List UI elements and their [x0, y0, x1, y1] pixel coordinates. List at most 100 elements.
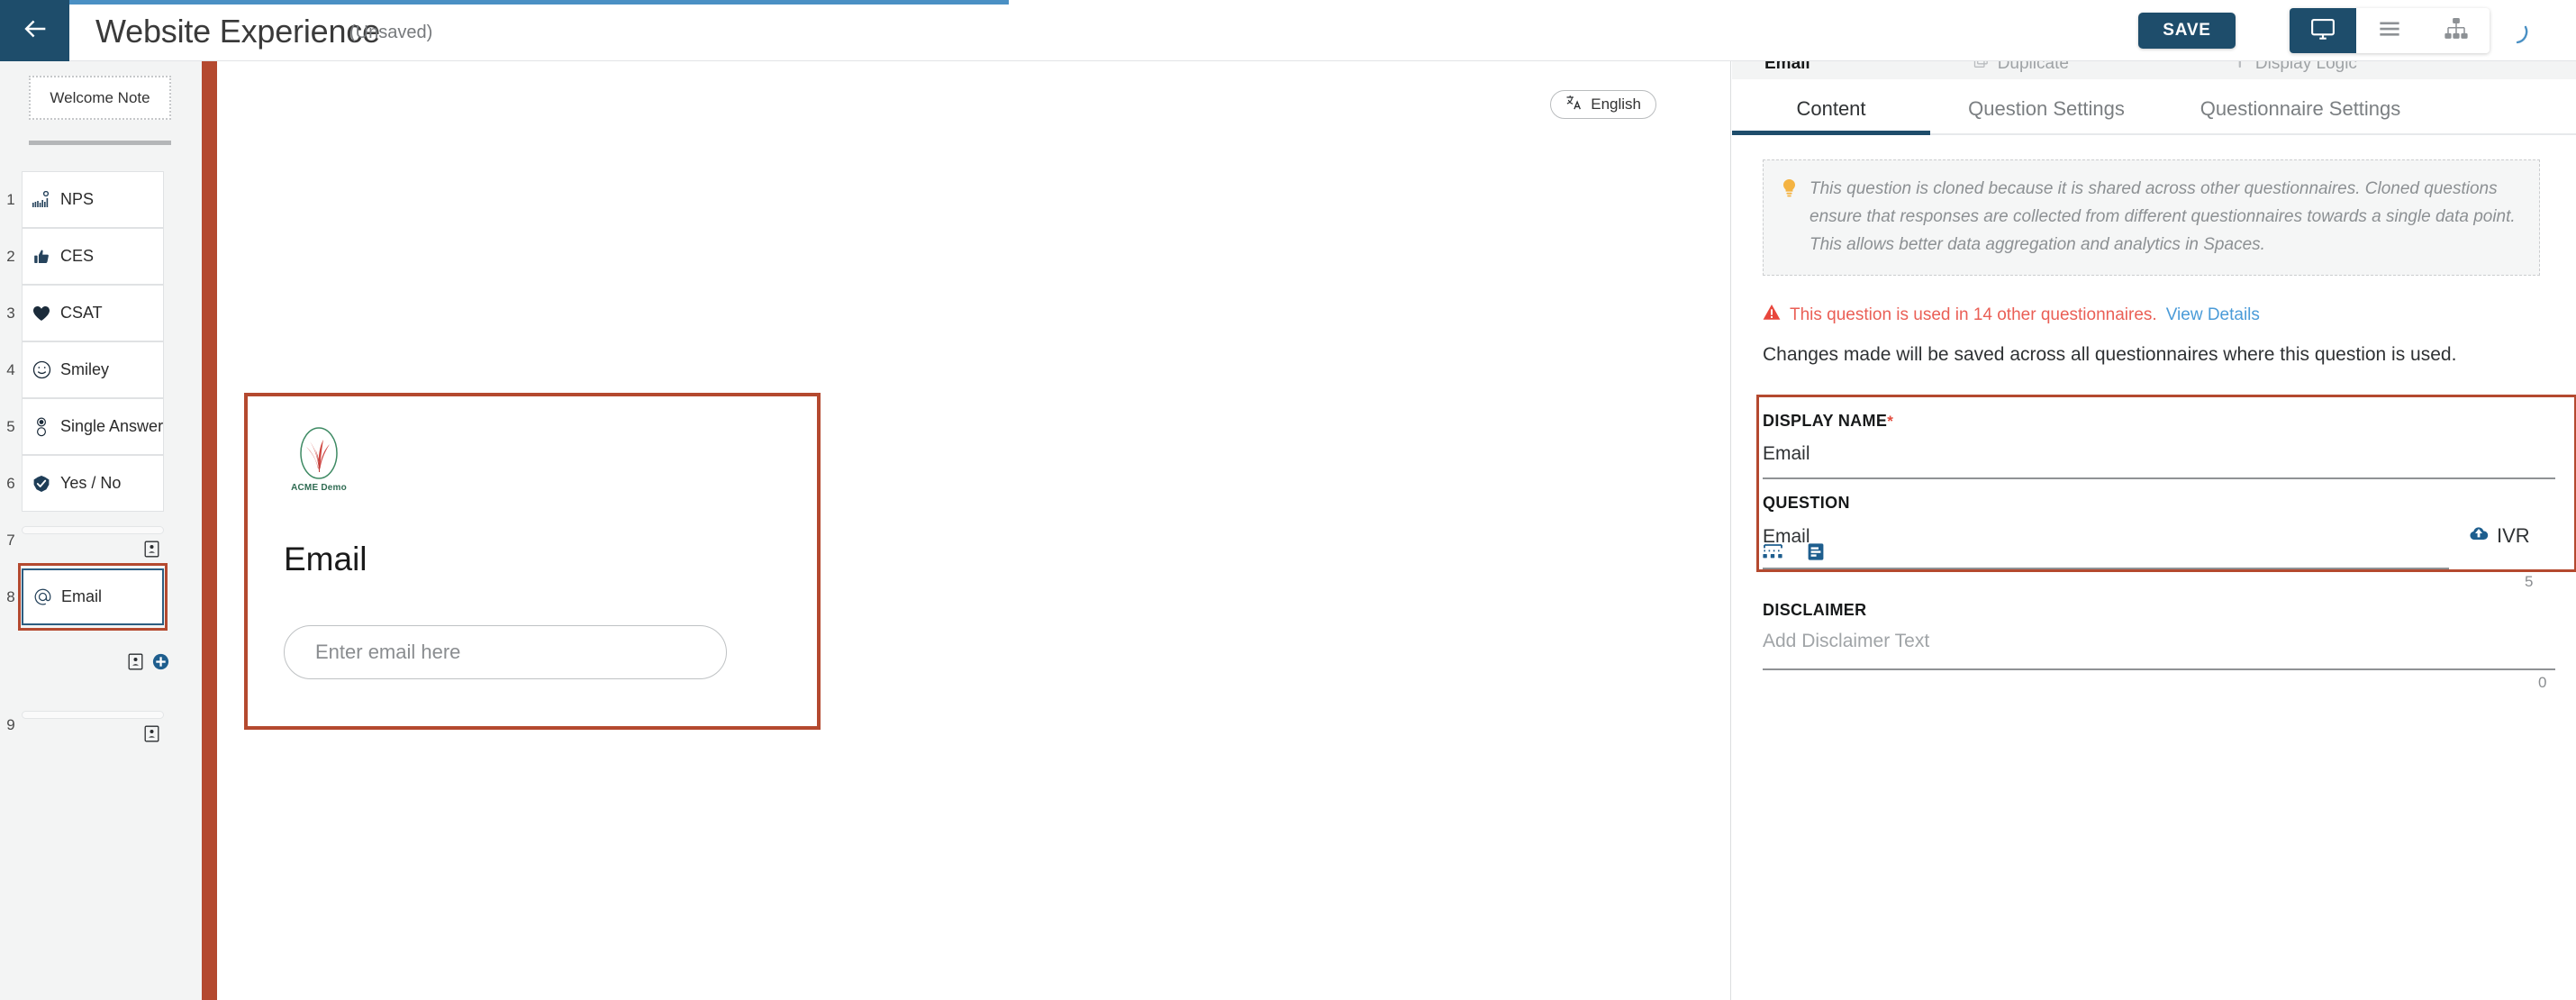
sidebar-item-smiley[interactable]: 4 Smiley [0, 341, 202, 398]
sidebar-item-email[interactable]: 8 Email [0, 563, 202, 670]
question-card[interactable]: Smiley [22, 341, 164, 398]
at-sign-icon [23, 587, 61, 606]
translate-icon [1565, 94, 1583, 115]
row-actions [128, 653, 169, 675]
header-accent-strip [0, 0, 1009, 5]
save-scope-notice: Changes made will be saved across all qu… [1763, 344, 2457, 365]
item-number: 2 [6, 247, 15, 265]
question-label: Single Answer [60, 417, 164, 435]
usage-warning-text: This question is used in 14 other questi… [1790, 305, 2157, 324]
question-card[interactable]: CSAT [22, 285, 164, 341]
bar-chart-nps-icon [23, 190, 60, 209]
question-label: CSAT [60, 304, 103, 322]
question-label-heading: QUESTION [1763, 494, 1850, 512]
item-number: 1 [6, 190, 15, 208]
pipe-variable-icon[interactable] [1763, 542, 1783, 566]
sidebar-item-single-answer[interactable]: 5 Single Answer [0, 398, 202, 455]
welcome-note-card[interactable]: Welcome Note [29, 76, 171, 120]
panel-content-body: This question is cloned because it is sh… [1732, 135, 2576, 1000]
ivr-label: IVR [2497, 524, 2530, 547]
ivr-upload-button[interactable]: IVR [2469, 524, 2530, 548]
item-number: 4 [6, 360, 15, 378]
language-label: English [1591, 95, 1641, 113]
save-button[interactable]: SAVE [2138, 13, 2236, 49]
question-card-selected[interactable]: Email [22, 568, 164, 625]
item-number: 9 [6, 715, 15, 733]
hamburger-menu-icon [2376, 15, 2403, 47]
row-actions [144, 725, 159, 747]
logo-caption: ACME Demo [291, 483, 347, 493]
display-name-underline [1763, 477, 2555, 479]
radio-button-icon [23, 416, 60, 438]
question-label: Smiley [60, 360, 110, 378]
usage-warning-row: This question is used in 14 other questi… [1763, 304, 2260, 326]
arrow-left-icon [20, 14, 50, 49]
view-desktop-button[interactable] [2290, 8, 2356, 53]
panel-tabs: Content Question Settings Questionnaire … [1732, 79, 2576, 135]
question-card[interactable]: Yes / No [22, 455, 164, 512]
sidebar-item-ces[interactable]: 2 CES [0, 228, 202, 285]
tab-questionnaire-settings[interactable]: Questionnaire Settings [2163, 97, 2438, 133]
disclaimer-underline [1763, 668, 2555, 670]
sidebar-item-placeholder-9[interactable]: 9 [0, 696, 202, 753]
item-number: 5 [6, 417, 15, 435]
question-label: CES [60, 247, 95, 265]
disclaimer-label: DISCLAIMER [1763, 601, 1867, 619]
question-label: Email [61, 587, 103, 605]
text-format-icon[interactable] [1807, 542, 1825, 566]
tab-content[interactable]: Content [1732, 97, 1930, 135]
unsaved-status: (Unsaved) [349, 23, 433, 42]
disclaimer-input[interactable]: Add Disclaimer Text [1763, 631, 1929, 652]
sidebar-divider [29, 141, 171, 145]
cloned-question-info-box: This question is cloned because it is sh… [1763, 159, 2540, 277]
question-label: NPS [60, 190, 95, 208]
question-tools [1763, 542, 1825, 566]
view-list-button[interactable] [2356, 8, 2423, 53]
back-button[interactable] [0, 0, 69, 61]
view-mode-toggle-group [2290, 8, 2490, 53]
preview-canvas: English ACME Demo Email Enter email here [217, 61, 1731, 1000]
display-name-label: DISPLAY NAME* [1763, 412, 1894, 430]
view-details-link[interactable]: View Details [2166, 305, 2260, 325]
empty-slot-bar[interactable] [22, 711, 164, 719]
lightbulb-icon [1782, 178, 1797, 259]
thumbs-up-icon [23, 248, 60, 266]
heart-icon [23, 305, 60, 322]
item-number: 8 [6, 587, 15, 605]
acme-demo-logo [291, 425, 347, 486]
display-name-input[interactable]: Email [1763, 443, 1810, 465]
cloud-upload-icon [2469, 524, 2489, 548]
question-card[interactable]: NPS [22, 171, 164, 228]
page-title: Website Experience [95, 13, 380, 50]
add-circle-icon[interactable] [152, 653, 169, 675]
spinner-icon [2502, 18, 2529, 45]
language-selector[interactable]: English [1550, 90, 1656, 119]
sidebar-item-placeholder-7[interactable]: 7 [0, 512, 202, 568]
check-badge-icon [23, 475, 60, 493]
contact-card-icon[interactable] [144, 541, 159, 562]
item-number: 3 [6, 304, 15, 322]
item-number: 6 [6, 474, 15, 492]
sitemap-icon [2443, 15, 2470, 47]
warning-triangle-icon [1763, 304, 1781, 326]
question-underline [1763, 568, 2449, 569]
question-card[interactable]: Single Answer [22, 398, 164, 455]
sidebar-item-nps[interactable]: 1 NPS [0, 171, 202, 228]
disclaimer-char-count: 0 [2538, 674, 2547, 691]
question-card[interactable]: CES [22, 228, 164, 285]
question-settings-panel: Email Duplicate Display Logic Content Qu… [1732, 0, 2576, 1000]
row-actions [144, 541, 159, 562]
question-label: Yes / No [60, 474, 122, 492]
empty-slot-bar[interactable] [22, 526, 164, 534]
cloned-question-info-text: This question is cloned because it is sh… [1810, 179, 2516, 254]
question-preview-card: ACME Demo Email Enter email here [244, 393, 821, 730]
preview-email-input[interactable]: Enter email here [284, 625, 727, 679]
item-number: 7 [6, 531, 15, 549]
contact-card-icon[interactable] [144, 725, 159, 747]
sidebar-item-csat[interactable]: 3 CSAT [0, 285, 202, 341]
sidebar-item-yes-no[interactable]: 6 Yes / No [0, 455, 202, 512]
question-list-sidebar: Welcome Note 1 NPS 2 CES 3 CSAT 4 Smiley… [0, 61, 202, 1000]
view-tree-button[interactable] [2423, 8, 2490, 53]
tab-question-settings[interactable]: Question Settings [1930, 97, 2163, 133]
contact-card-icon[interactable] [128, 653, 143, 675]
